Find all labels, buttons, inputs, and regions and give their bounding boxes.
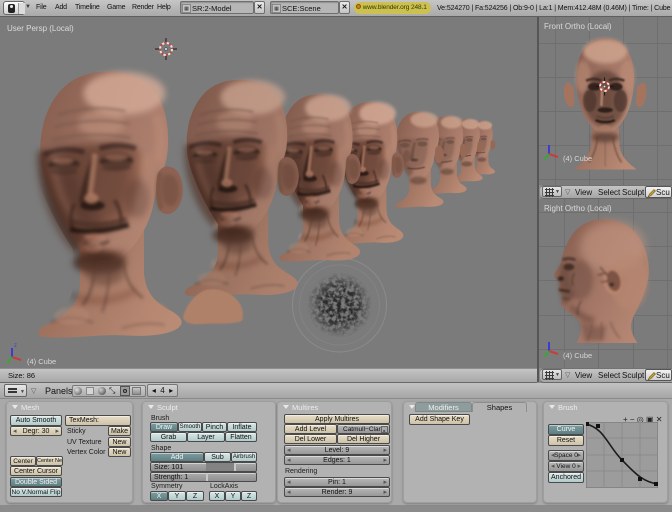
svg-text:Front Ortho (Local): Front Ortho (Local) [544, 22, 612, 31]
svg-text:(4) Cube: (4) Cube [563, 351, 592, 360]
svg-text:(4) Cube: (4) Cube [563, 154, 592, 163]
svg-text:Right Ortho (Local): Right Ortho (Local) [544, 204, 612, 213]
svg-text:(4) Cube: (4) Cube [27, 357, 56, 366]
svg-text:User Persp (Local): User Persp (Local) [7, 24, 74, 33]
svg-text:z: z [14, 343, 17, 349]
